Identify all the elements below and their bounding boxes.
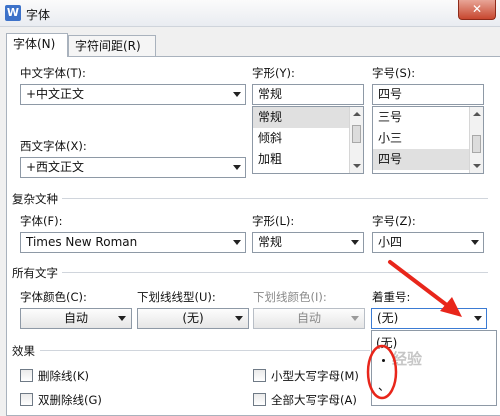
tab-font[interactable]: 字体(N) bbox=[6, 33, 68, 57]
annotation-overlay bbox=[366, 260, 462, 400]
red-arrow-annotation bbox=[388, 260, 462, 317]
red-circle-annotation bbox=[366, 344, 398, 400]
